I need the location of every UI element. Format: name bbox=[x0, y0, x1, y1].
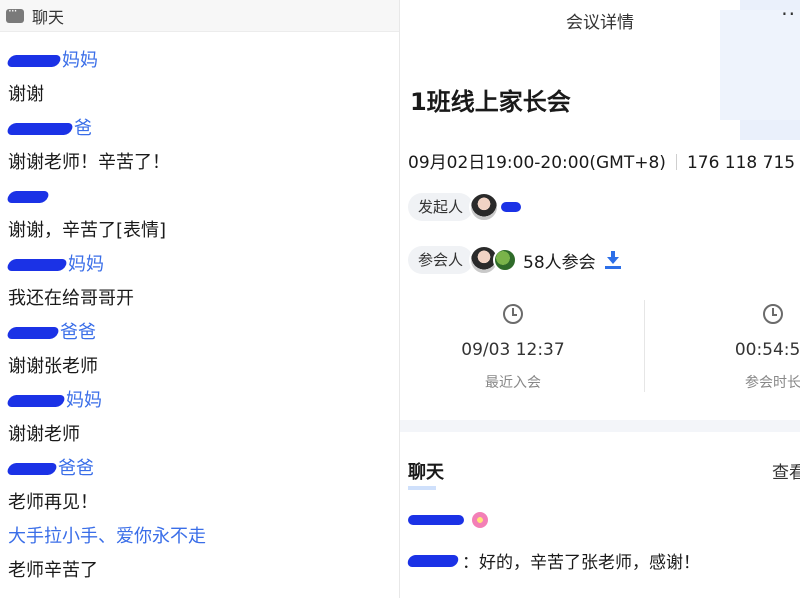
duration-label: 参会时长 bbox=[745, 375, 800, 391]
flower-icon bbox=[472, 512, 488, 528]
redacted-name bbox=[501, 202, 522, 212]
redacted-name bbox=[5, 191, 51, 203]
host-label: 发起人 bbox=[408, 193, 474, 221]
divider bbox=[675, 154, 677, 170]
message-text: 大手拉小手、爱你永不走 bbox=[8, 526, 206, 547]
sender-suffix: 爸爸 bbox=[58, 458, 94, 479]
chat-bubble-icon bbox=[6, 4, 24, 23]
last-join-stat: 09/03 12:37 最近入会 bbox=[403, 300, 623, 392]
redacted-name bbox=[5, 123, 75, 135]
chat-section-title: 聊天 bbox=[408, 458, 444, 490]
message-text: 老师辛苦了 bbox=[8, 560, 98, 581]
meeting-id[interactable]: 176 118 715 bbox=[687, 153, 795, 173]
redacted-name bbox=[5, 259, 69, 271]
message-list[interactable]: 妈妈 谢谢爸谢谢老师！辛苦了！ 谢谢，辛苦了[表情] 妈妈 我还在给哥哥开 爸爸 谢谢张老师… bbox=[0, 44, 399, 588]
message-text: 老师再见！ bbox=[8, 492, 98, 513]
sender-suffix: 妈妈 bbox=[66, 390, 102, 411]
message-sender[interactable]: 爸 bbox=[0, 112, 399, 146]
redacted-name bbox=[406, 554, 460, 567]
stat-divider bbox=[644, 300, 645, 392]
meeting-time-row: 09月02日19:00-20:00(GMT+8) 176 118 715 bbox=[408, 148, 795, 173]
chat-preview-text: ：好的，辛苦了张老师，感谢！ bbox=[462, 553, 700, 573]
redacted-name bbox=[5, 395, 67, 407]
meeting-details-panel: 会议详情 ·· 1班线上家长会 09月02日19:00-20:00(GMT+8)… bbox=[400, 0, 800, 598]
message-sender[interactable] bbox=[0, 180, 399, 214]
participants-label: 参会人 bbox=[408, 246, 474, 274]
message-text: 我还在给哥哥开 bbox=[8, 288, 134, 309]
chat-header: 聊天 bbox=[0, 0, 399, 32]
duration-value: 00:54:54 bbox=[734, 340, 800, 360]
message-sender[interactable]: 爸爸 bbox=[0, 452, 399, 486]
more-options-icon[interactable]: ·· bbox=[781, 2, 796, 26]
download-icon[interactable] bbox=[604, 251, 622, 269]
last-join-value: 09/03 12:37 bbox=[461, 340, 565, 360]
redacted-name bbox=[408, 515, 464, 525]
sender-suffix: 妈妈 bbox=[62, 50, 98, 71]
meeting-time: 09月02日19:00-20:00(GMT+8) bbox=[408, 153, 666, 173]
message-sender[interactable]: 妈妈 bbox=[0, 44, 399, 78]
chat-preview-card: 聊天 查看 ：好的，辛苦了张老师，感谢！ bbox=[400, 432, 800, 598]
participant-avatar bbox=[493, 248, 518, 272]
message-text: 谢谢 bbox=[8, 84, 44, 105]
message-sender[interactable]: 妈妈 bbox=[0, 384, 399, 418]
sender-suffix: 妈妈 bbox=[68, 254, 104, 275]
page-title: 会议详情 bbox=[566, 13, 634, 33]
chat-panel: 聊天 妈妈谢谢爸谢谢老师！辛苦了！谢谢，辛苦了[表情]妈妈我还在给哥哥开爸爸谢谢… bbox=[0, 0, 400, 598]
chat-header-title: 聊天 bbox=[32, 7, 65, 27]
participants-count[interactable]: 58人参会 bbox=[523, 248, 596, 273]
message-text: 谢谢张老师 bbox=[8, 356, 98, 377]
chat-preview-sender bbox=[408, 512, 488, 528]
redacted-name bbox=[5, 327, 61, 339]
duration-stat: 00:54:54 参会时长 bbox=[663, 300, 800, 392]
view-chat-link[interactable]: 查看 bbox=[772, 458, 800, 483]
meeting-info-card: 会议详情 ·· 1班线上家长会 09月02日19:00-20:00(GMT+8)… bbox=[400, 0, 800, 420]
redacted-name bbox=[5, 463, 59, 475]
message-sender[interactable]: 爸爸 bbox=[0, 316, 399, 350]
history-icon bbox=[503, 304, 523, 324]
clock-icon bbox=[763, 304, 783, 324]
message-text: 谢谢老师 bbox=[8, 424, 80, 445]
sender-suffix: 爸爸 bbox=[60, 322, 96, 343]
message-text: 谢谢老师！辛苦了！ bbox=[8, 152, 170, 173]
meeting-title: 1班线上家长会 bbox=[410, 88, 571, 116]
last-join-label: 最近入会 bbox=[485, 375, 541, 391]
host-avatar[interactable] bbox=[469, 192, 500, 222]
message-sender[interactable]: 妈妈 bbox=[0, 248, 399, 282]
participants-row[interactable]: 参会人 58人参会 bbox=[408, 243, 622, 277]
sender-suffix: 爸 bbox=[74, 118, 92, 139]
chat-preview-message: ：好的，辛苦了张老师，感谢！ bbox=[406, 548, 700, 573]
message-text: 谢谢，辛苦了[表情] bbox=[8, 220, 167, 241]
host-row: 发起人 bbox=[408, 190, 522, 224]
redacted-name bbox=[5, 55, 63, 67]
